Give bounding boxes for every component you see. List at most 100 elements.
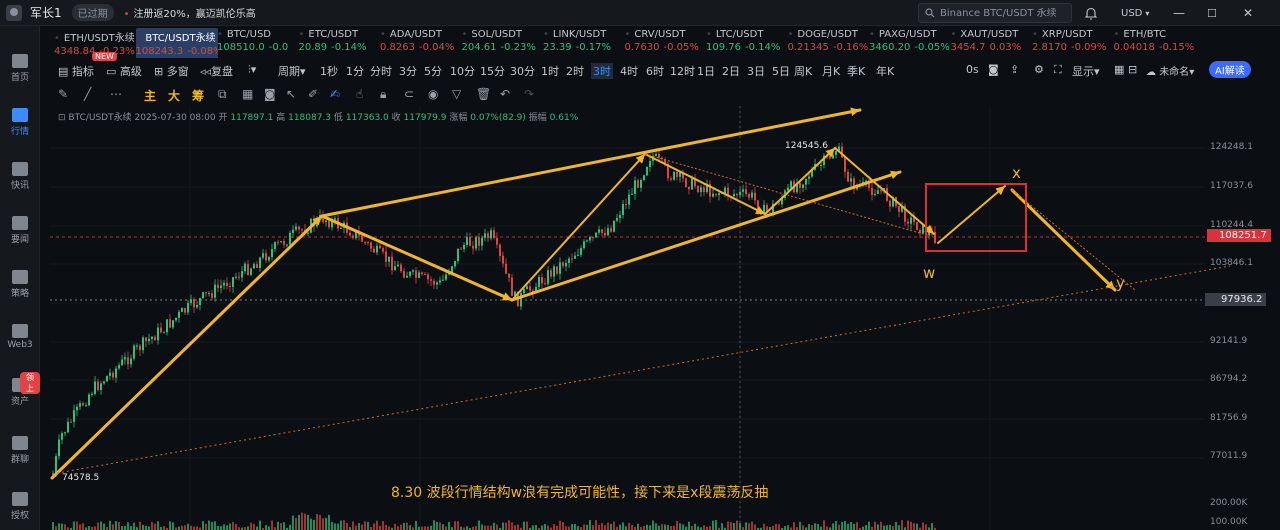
search-box[interactable]	[918, 3, 1072, 23]
timeframe-option[interactable]: 15分	[480, 63, 505, 79]
ticker-item[interactable]: CRV/USDT 0.7630-0.05%	[625, 28, 707, 58]
chips-tool[interactable]: 筹	[192, 87, 204, 104]
timeframe-option[interactable]: 12时	[670, 63, 695, 79]
timeframe-option[interactable]: 5分	[424, 63, 442, 79]
big-order-tool[interactable]: 大	[168, 87, 180, 104]
ruler-icon[interactable]: ✐	[308, 87, 318, 101]
ticker-item[interactable]: BTC/USDT永续 108243.3-0.08%	[135, 28, 218, 58]
timeframe-option[interactable]: 3分	[399, 63, 417, 79]
share-icon[interactable]: ⇪	[1010, 63, 1019, 76]
timeframe-option[interactable]: 4时	[620, 63, 638, 79]
timeframe-option[interactable]: 2时	[566, 63, 584, 79]
key-icon	[12, 492, 28, 506]
period-button[interactable]: 周期▾	[278, 63, 306, 79]
currency-select[interactable]: USD ▾	[1121, 0, 1149, 26]
timeframe-option[interactable]: 1日	[697, 63, 715, 79]
layout-icon[interactable]: ▦	[1114, 63, 1124, 76]
filter-icon[interactable]: ▽	[452, 87, 461, 101]
eye-icon[interactable]: ◉	[428, 87, 438, 101]
timeframe-option[interactable]: 3时	[591, 63, 613, 79]
timeframe-option[interactable]: 月K	[822, 63, 840, 79]
ticker-item[interactable]: XRP/USDT 2.8170 -0.09%	[1032, 28, 1114, 58]
edit-icon[interactable]: ⧉	[218, 87, 227, 102]
timeframe-option[interactable]: 周K	[794, 63, 812, 79]
volume-bar	[325, 517, 327, 530]
camera-tool-icon[interactable]: ◙	[264, 87, 276, 101]
timeframe-option[interactable]: 3日	[747, 63, 765, 79]
timeframe-option[interactable]: 分时	[370, 63, 392, 79]
ticker-item[interactable]: ETC/USDT 20.89-0.14%	[299, 28, 381, 58]
pencil-icon[interactable]: ✎	[58, 87, 68, 101]
grid-tool-icon[interactable]: ▦	[242, 87, 253, 101]
timeframe-option[interactable]: 30分	[510, 63, 535, 79]
ticker-item[interactable]: ETH/BTC 0.04018-0.15%	[1114, 28, 1196, 58]
user-name[interactable]: 军长1	[30, 4, 62, 21]
ticker-item[interactable]: PAXG/USDT 3460.20-0.05%	[869, 28, 951, 58]
ticker-item[interactable]: BTC/USD 108510.0-0.0	[217, 28, 299, 58]
template-select[interactable]: ☁ 未命名▾	[1146, 63, 1194, 78]
minimize-button[interactable]: —	[1173, 0, 1185, 26]
timeframe-option[interactable]: 6时	[646, 63, 664, 79]
bell-icon[interactable]	[1085, 0, 1097, 26]
display-button[interactable]: 显示▾	[1072, 63, 1100, 79]
sidebar-item-assets[interactable]: 领上 资产	[0, 372, 40, 407]
timeframe-option[interactable]: 1时	[541, 63, 559, 79]
sidebar-item-authorize[interactable]: 授权	[0, 492, 40, 521]
volume-bar	[163, 526, 165, 530]
advanced-button[interactable]: ▭ 高级	[106, 63, 142, 79]
multi-window-button[interactable]: ⊞ 多窗	[154, 63, 189, 79]
promo-link[interactable]: 注册返20%，赢迈凯伦乐高	[124, 5, 256, 20]
price-chart[interactable]: 124545.6 74578.5 w x y	[50, 106, 1280, 530]
fullscreen-icon[interactable]: ⛶	[1054, 63, 1062, 77]
candle-body	[58, 439, 60, 457]
indicator-button[interactable]: ▤ 指标	[58, 63, 94, 79]
chart-type-button[interactable]: ⫶▾	[248, 63, 256, 77]
ticker-pair: DOGE/USDT	[788, 29, 870, 40]
user-avatar-icon[interactable]	[6, 4, 22, 21]
ticker-item[interactable]: XAUT/USDT 3454.70.03%	[951, 28, 1033, 58]
search-input[interactable]	[940, 7, 1068, 19]
timeframe-option[interactable]: 1分	[346, 63, 364, 79]
sidebar-item-headlines[interactable]: 要闻	[0, 216, 40, 245]
maximize-button[interactable]: ☐	[1207, 0, 1217, 26]
ticker-item[interactable]: SOL/USDT 204.61-0.23%	[462, 28, 544, 58]
candle-body	[262, 253, 264, 258]
settings-icon[interactable]: ⚙	[1034, 63, 1044, 76]
main-force-tool[interactable]: 主	[144, 87, 156, 104]
timeframe-option[interactable]: 季K	[847, 63, 865, 79]
ticker-item[interactable]: LTC/USDT 109.76 -0.14%	[706, 28, 788, 58]
close-button[interactable]: ✕	[1243, 0, 1253, 26]
sidebar-item-chat[interactable]: 群聊	[0, 436, 40, 465]
magnet-icon[interactable]: ⊂	[404, 87, 414, 101]
sidebar-item-web3[interactable]: Web3	[0, 324, 40, 350]
replay-button[interactable]: ◃◃复盘	[200, 63, 233, 79]
timeframe-option[interactable]: 5日	[772, 63, 790, 79]
redo-icon[interactable]: ↷	[524, 87, 534, 101]
timeframe-option[interactable]: 1秒	[320, 63, 338, 79]
sidebar-item-market[interactable]: 行情	[0, 108, 40, 137]
lock-icon[interactable]: 🔒︎	[380, 87, 386, 102]
more-icon[interactable]: ⋯	[110, 87, 122, 101]
sidebar-item-strategy[interactable]: 策略	[0, 270, 40, 299]
pointer-icon[interactable]: ↖	[286, 87, 296, 101]
ai-analysis-button[interactable]: AI解读	[1209, 61, 1251, 78]
timeframe-option[interactable]: 10分	[450, 63, 475, 79]
ticker-item[interactable]: LINK/USDT 23.39-0.17%	[543, 28, 625, 58]
ticker-item[interactable]: DOGE/USDT 0.21345-0.16%	[788, 28, 870, 58]
timeframe-option[interactable]: 2日	[722, 63, 740, 79]
sidebar-item-home[interactable]: 首页	[0, 54, 40, 83]
undo-icon[interactable]: ↶	[500, 87, 510, 101]
expand-icon[interactable]: ⊡	[58, 113, 66, 123]
cursor-icon[interactable]: ☝	[356, 87, 363, 101]
trash-icon[interactable]: 🗑︎	[476, 87, 491, 101]
timeframe-option[interactable]: 年K	[876, 63, 894, 79]
line-tool-icon[interactable]: ╱	[84, 87, 91, 101]
pen-active-icon[interactable]: ✍	[330, 87, 340, 101]
sidebar-item-flash[interactable]: 快讯	[0, 162, 40, 191]
grid-icon[interactable]: ⊟	[1128, 63, 1137, 76]
seconds-label[interactable]: 0s	[966, 63, 979, 76]
chart-bars-icon	[12, 108, 28, 122]
camera-icon[interactable]: ◙	[988, 63, 999, 76]
ticker-item[interactable]: ADA/USDT 0.8263 -0.04%	[380, 28, 462, 58]
volume-bar	[373, 523, 375, 530]
